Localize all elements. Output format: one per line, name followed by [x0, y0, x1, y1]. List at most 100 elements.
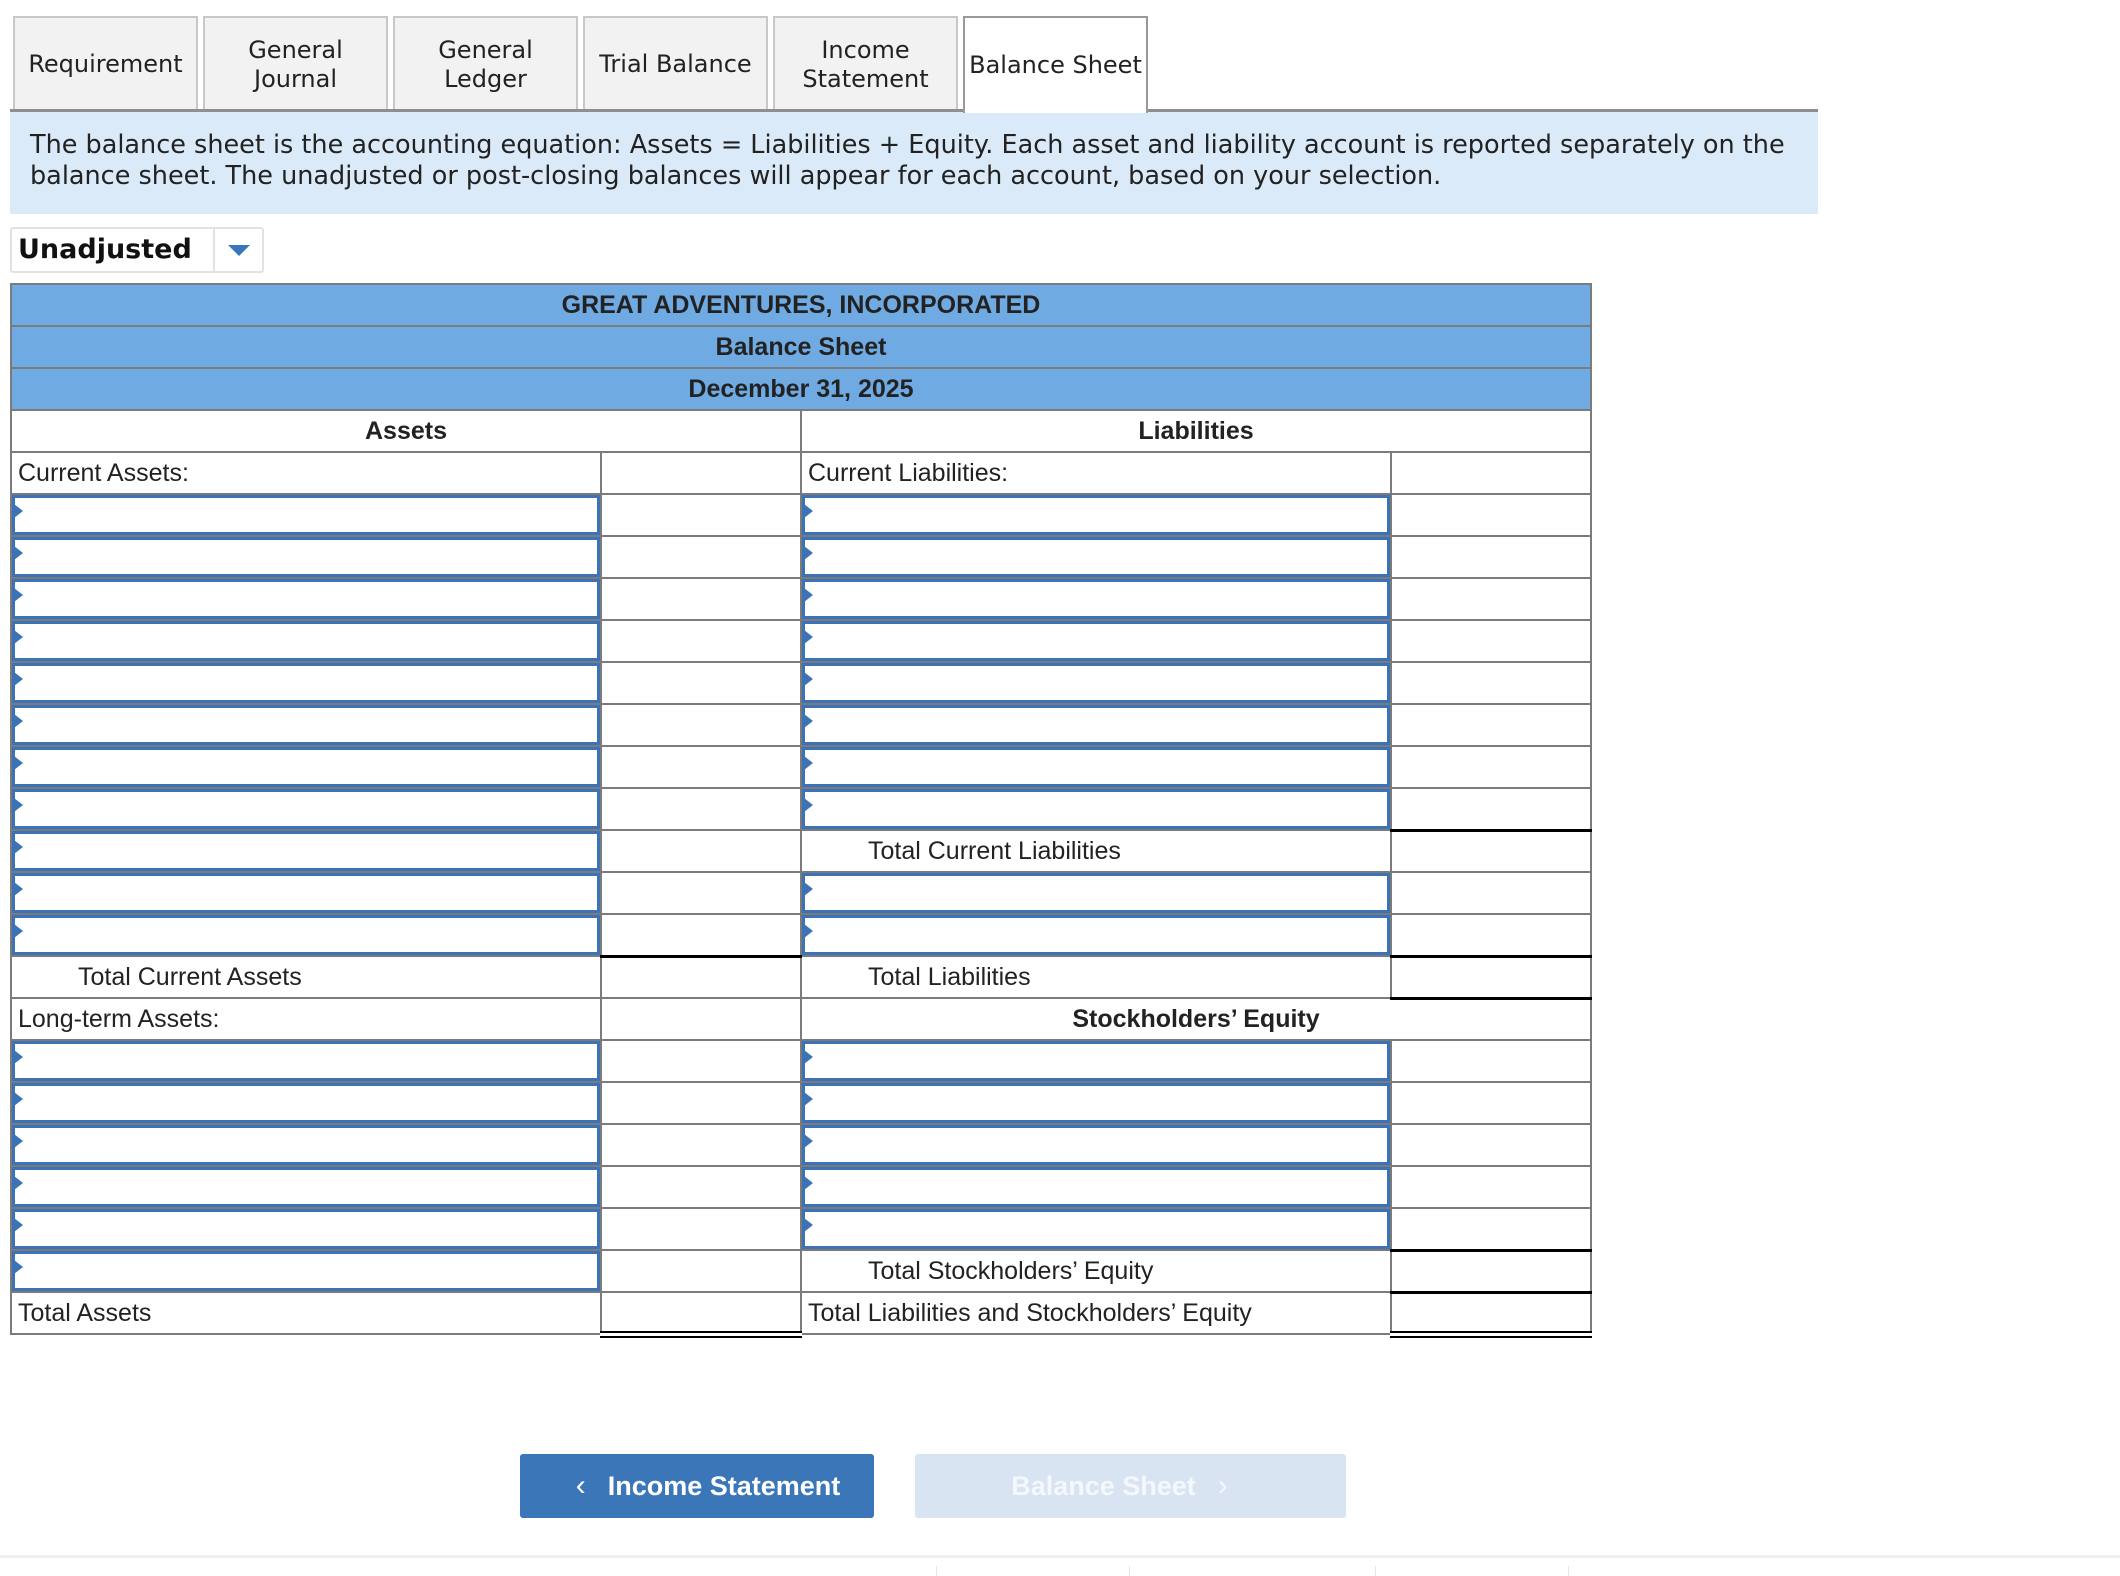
asset-amount-input[interactable] — [600, 577, 802, 621]
account-input[interactable] — [12, 789, 600, 829]
asset-account-select[interactable] — [10, 619, 602, 663]
liability-amount-input[interactable] — [1390, 619, 1592, 663]
asset-account-select[interactable] — [10, 535, 602, 579]
liability-amount-input[interactable] — [1390, 493, 1592, 537]
asset-amount-input[interactable] — [600, 913, 802, 957]
asset-account-select[interactable] — [10, 913, 602, 957]
account-input[interactable] — [12, 831, 600, 871]
liability-amount-input[interactable] — [1390, 1039, 1592, 1083]
account-input[interactable] — [802, 1125, 1390, 1165]
liability-account-select[interactable] — [800, 1165, 1392, 1209]
account-input[interactable] — [12, 1209, 600, 1249]
asset-amount-input[interactable] — [600, 661, 802, 705]
asset-account-select[interactable] — [10, 1165, 602, 1209]
dropdown-toggle[interactable] — [213, 229, 262, 271]
tab-general-journal[interactable]: General Journal — [203, 16, 388, 111]
account-input[interactable] — [12, 537, 600, 577]
account-input[interactable] — [12, 1083, 600, 1123]
account-input[interactable] — [802, 1083, 1390, 1123]
asset-amount-input[interactable] — [600, 619, 802, 663]
prev-income-statement-button[interactable]: ‹ Income Statement — [520, 1454, 874, 1518]
liability-amount-input[interactable] — [1390, 1165, 1592, 1209]
account-input[interactable] — [12, 621, 600, 661]
liability-account-select[interactable] — [800, 493, 1392, 537]
liability-account-select[interactable] — [800, 619, 1392, 663]
liability-account-select[interactable] — [800, 1123, 1392, 1167]
account-input[interactable] — [12, 1251, 600, 1291]
tab-trial-balance[interactable]: Trial Balance — [583, 16, 768, 111]
account-input[interactable] — [802, 1209, 1390, 1249]
liability-amount-input[interactable] — [1390, 703, 1592, 747]
asset-amount-input[interactable] — [600, 493, 802, 537]
asset-account-select[interactable] — [10, 1081, 602, 1125]
account-input[interactable] — [802, 621, 1390, 661]
next-balance-sheet-button[interactable]: Balance Sheet › — [915, 1454, 1346, 1518]
liability-account-select[interactable] — [800, 787, 1392, 831]
asset-amount-input[interactable] — [600, 1249, 802, 1293]
liability-amount-input[interactable] — [1390, 577, 1592, 621]
liability-amount-input[interactable] — [1390, 535, 1592, 579]
asset-amount-input[interactable] — [600, 703, 802, 747]
asset-account-select[interactable] — [10, 745, 602, 789]
account-input[interactable] — [12, 1125, 600, 1165]
asset-amount-input[interactable] — [600, 997, 802, 1041]
account-input[interactable] — [802, 579, 1390, 619]
liability-amount-input[interactable] — [1390, 1290, 1592, 1338]
asset-account-select[interactable] — [10, 493, 602, 537]
account-input[interactable] — [802, 789, 1390, 829]
account-input[interactable] — [12, 579, 600, 619]
tab-balance-sheet[interactable]: Balance Sheet — [963, 16, 1148, 113]
liability-account-select[interactable] — [800, 703, 1392, 747]
liability-account-select[interactable] — [800, 913, 1392, 957]
asset-amount-input[interactable] — [600, 1291, 802, 1338]
tab-income-statement[interactable]: Income Statement — [773, 16, 958, 111]
liability-account-select[interactable] — [800, 745, 1392, 789]
account-input[interactable] — [802, 705, 1390, 745]
liability-account-select[interactable] — [800, 1039, 1392, 1083]
account-input[interactable] — [12, 747, 600, 787]
account-input[interactable] — [802, 747, 1390, 787]
liability-amount-input[interactable] — [1390, 1123, 1592, 1167]
asset-amount-input[interactable] — [600, 787, 802, 831]
liability-amount-input[interactable] — [1390, 1081, 1592, 1125]
balance-type-dropdown[interactable]: Unadjusted — [10, 227, 264, 273]
liability-account-select[interactable] — [800, 661, 1392, 705]
account-input[interactable] — [802, 873, 1390, 913]
account-input[interactable] — [802, 663, 1390, 703]
asset-account-select[interactable] — [10, 577, 602, 621]
account-input[interactable] — [12, 705, 600, 745]
asset-account-select[interactable] — [10, 661, 602, 705]
asset-amount-input[interactable] — [600, 535, 802, 579]
tab-general-ledger[interactable]: General Ledger — [393, 16, 578, 111]
asset-amount-input[interactable] — [600, 954, 802, 999]
tab-requirement[interactable]: Requirement — [13, 16, 198, 111]
account-input[interactable] — [12, 663, 600, 703]
account-input[interactable] — [802, 495, 1390, 535]
asset-amount-input[interactable] — [600, 871, 802, 915]
liability-amount-input[interactable] — [1390, 787, 1592, 831]
account-input[interactable] — [12, 1167, 600, 1207]
asset-account-select[interactable] — [10, 1249, 602, 1293]
account-input[interactable] — [12, 495, 600, 535]
liability-amount-input[interactable] — [1390, 745, 1592, 789]
liability-amount-input[interactable] — [1390, 913, 1592, 957]
asset-account-select[interactable] — [10, 703, 602, 747]
liability-account-select[interactable] — [800, 1081, 1392, 1125]
liability-amount-input[interactable] — [1390, 1248, 1592, 1293]
account-input[interactable] — [802, 537, 1390, 577]
asset-account-select[interactable] — [10, 1207, 602, 1251]
asset-amount-input[interactable] — [600, 1123, 802, 1167]
asset-amount-input[interactable] — [600, 1165, 802, 1209]
asset-account-select[interactable] — [10, 829, 602, 873]
liability-account-select[interactable] — [800, 535, 1392, 579]
asset-account-select[interactable] — [10, 1123, 602, 1167]
liability-amount-input[interactable] — [1390, 661, 1592, 705]
asset-account-select[interactable] — [10, 1039, 602, 1083]
account-input[interactable] — [802, 915, 1390, 955]
asset-account-select[interactable] — [10, 787, 602, 831]
liability-amount-input[interactable] — [1390, 1207, 1592, 1251]
liability-amount-input[interactable] — [1390, 828, 1592, 873]
account-input[interactable] — [12, 873, 600, 913]
liability-account-select[interactable] — [800, 1207, 1392, 1251]
liability-account-select[interactable] — [800, 871, 1392, 915]
